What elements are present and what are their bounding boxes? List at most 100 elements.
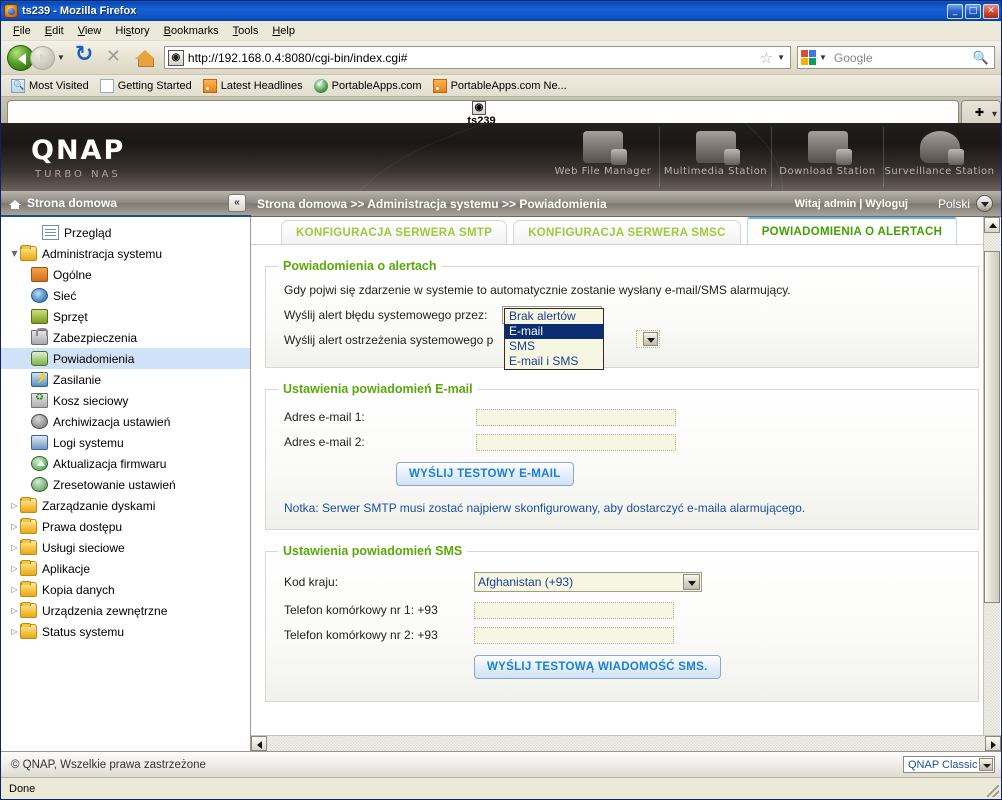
resize-grip-icon[interactable]: [987, 785, 999, 797]
maximize-button[interactable]: □: [965, 3, 981, 19]
menu-bookmarks[interactable]: Bookmarks: [157, 23, 226, 39]
send-test-sms-button[interactable]: WYŚLIJ TESTOWĄ WIADOMOŚĆ SMS.: [474, 655, 721, 679]
chevron-down-icon[interactable]: [979, 758, 993, 771]
dropdown-option-brak-alertow[interactable]: Brak alertów: [505, 309, 603, 324]
email1-input[interactable]: [476, 408, 676, 426]
history-dropdown-icon[interactable]: ▼: [57, 53, 65, 62]
sidebar-item-uslugi-sieciowe[interactable]: ▷ Usługi sieciowe: [1, 537, 250, 558]
search-icon[interactable]: 🔍: [973, 50, 989, 66]
station-multimedia-station[interactable]: Multimedia Station: [659, 127, 771, 187]
sidebar-item-powiadomienia[interactable]: Powiadomienia: [1, 348, 250, 369]
sidebar-item-status-systemu[interactable]: ▷ Status systemu: [1, 621, 250, 642]
search-engine-dropdown-icon[interactable]: ▼: [819, 53, 827, 62]
country-code-select[interactable]: Afghanistan (+93): [474, 572, 702, 592]
sidebar-item-zresetowanie-ustawien[interactable]: Zresetowanie ustawień: [1, 474, 250, 495]
reload-icon[interactable]: [72, 42, 98, 71]
phone2-input[interactable]: [474, 626, 674, 644]
bookmark-getting-started[interactable]: Getting Started: [96, 78, 196, 94]
warning-alert-select[interactable]: [636, 330, 660, 348]
search-input[interactable]: Google: [829, 51, 973, 65]
bookmark-star-icon[interactable]: ☆: [760, 49, 773, 67]
url-input[interactable]: http://192.168.0.4:8080/cgi-bin/index.cg…: [188, 51, 756, 65]
google-icon[interactable]: [801, 49, 817, 66]
sidebar-item-prawa-dostepu[interactable]: ▷ Prawa dostępu: [1, 516, 250, 537]
main-vertical-scrollbar[interactable]: [983, 217, 1000, 751]
menu-history[interactable]: History: [108, 23, 156, 39]
scroll-up-button[interactable]: [984, 217, 1000, 233]
language-selector[interactable]: Polski: [938, 195, 993, 212]
sidebar-item-archiwizacja-ustawien[interactable]: Archiwizacja ustawień: [1, 411, 250, 432]
url-dropdown-icon[interactable]: ▼: [777, 53, 785, 62]
search-bar[interactable]: ▼ Google 🔍: [797, 46, 995, 69]
tab-konfiguracja-serwera-smtp[interactable]: KONFIGURACJA SERWERA SMTP: [281, 220, 508, 244]
twisty-collapsed-icon[interactable]: ▷: [9, 522, 20, 531]
menu-file[interactable]: File: [6, 23, 38, 39]
chevron-down-icon[interactable]: [976, 195, 993, 212]
email2-input[interactable]: [476, 433, 676, 451]
sidebar-item-zabezpieczenia[interactable]: Zabezpieczenia: [1, 327, 250, 348]
station-download-station[interactable]: Download Station: [771, 127, 883, 187]
sidebar-item-zasilanie[interactable]: Zasilanie: [1, 369, 250, 390]
station-web-file-manager[interactable]: Web File Manager: [547, 127, 659, 187]
station-surveillance-station[interactable]: Surveillance Station: [883, 127, 995, 187]
browser-tab-ts239[interactable]: ◉ ts239: [7, 100, 959, 123]
sidebar-item-label: Zresetowanie ustawień: [53, 477, 176, 492]
sidebar-item-siec[interactable]: Sieć: [1, 285, 250, 306]
sidebar-item-administracja-systemu[interactable]: ▼ Administracja systemu: [1, 243, 250, 264]
sidebar-item-logi-systemu[interactable]: Logi systemu: [1, 432, 250, 453]
twisty-collapsed-icon[interactable]: ▷: [9, 543, 20, 552]
tab-powiadomienia-o-alertach[interactable]: POWIADOMIENIA O ALERTACH: [746, 217, 958, 244]
sidebar-item-kosz-sieciowy[interactable]: Kosz sieciowy: [1, 390, 250, 411]
sidebar-item-przeglad[interactable]: Przegląd: [1, 222, 250, 243]
sidebar-item-aplikacje[interactable]: ▷ Aplikacje: [1, 558, 250, 579]
theme-select[interactable]: QNAP Classic: [903, 756, 995, 773]
chevron-down-icon[interactable]: [643, 332, 658, 346]
menu-tools[interactable]: Tools: [226, 23, 266, 39]
sidebar-item-aktualizacja-firmwaru[interactable]: Aktualizacja firmwaru: [1, 453, 250, 474]
vertical-scroll-thumb[interactable]: [984, 251, 1000, 603]
send-test-email-button[interactable]: WYŚLIJ TESTOWY E-MAIL: [396, 462, 574, 486]
sidebar-item-urzadzenia-zewnetrzne[interactable]: ▷ Urządzenia zewnętrzne: [1, 600, 250, 621]
bookmark-portableapps-news[interactable]: PortableApps.com Ne...: [429, 78, 571, 94]
home-icon[interactable]: [132, 45, 158, 71]
bookmark-most-visited[interactable]: Most Visited: [7, 78, 93, 94]
url-bar[interactable]: ◉ http://192.168.0.4:8080/cgi-bin/index.…: [163, 46, 791, 69]
twisty-collapsed-icon[interactable]: ▷: [9, 564, 20, 573]
sidebar-item-kopia-danych[interactable]: ▷ Kopia danych: [1, 579, 250, 600]
sidebar-item-label: Aktualizacja firmwaru: [53, 456, 167, 471]
menu-view[interactable]: View: [71, 23, 109, 39]
chevron-down-icon[interactable]: [683, 574, 700, 590]
sidebar-item-zarzadzanie-dyskami[interactable]: ▷ Zarządzanie dyskami: [1, 495, 250, 516]
twisty-collapsed-icon[interactable]: ▷: [9, 606, 20, 615]
sms-settings-panel: Ustawienia powiadomień SMS Kod kraju: Af…: [265, 544, 979, 702]
sidebar-item-ogolne[interactable]: Ogólne: [1, 264, 250, 285]
bookmark-latest-headlines[interactable]: Latest Headlines: [199, 78, 307, 94]
dropdown-option-email-i-sms[interactable]: E-mail i SMS: [505, 354, 603, 369]
minimize-button[interactable]: _: [947, 3, 963, 19]
twisty-collapsed-icon[interactable]: ▷: [9, 501, 20, 510]
error-alert-dropdown-list[interactable]: Brak alertów E-mail SMS E-mail i SMS: [504, 308, 604, 370]
bookmark-portableapps[interactable]: PortableApps.com: [310, 78, 426, 94]
sidebar-collapse-button[interactable]: «: [228, 194, 246, 212]
twisty-collapsed-icon[interactable]: ▷: [9, 627, 20, 636]
forward-button[interactable]: [30, 45, 55, 70]
scroll-right-button[interactable]: [985, 736, 1001, 751]
stop-icon[interactable]: [102, 45, 128, 71]
twisty-expanded-icon[interactable]: ▼: [9, 249, 20, 258]
page-horizontal-scrollbar[interactable]: [251, 735, 1001, 751]
user-greeting[interactable]: Witaj admin | Wyloguj: [795, 198, 908, 210]
sidebar-item-sprzet[interactable]: Sprzęt: [1, 306, 250, 327]
email2-label: Adres e-mail 2:: [284, 435, 365, 449]
hardware-icon: [31, 309, 48, 324]
tab-konfiguracja-serwera-smsc[interactable]: KONFIGURACJA SERWERA SMSC: [513, 220, 741, 244]
close-button[interactable]: ✕: [983, 3, 999, 19]
scroll-left-button[interactable]: [251, 736, 267, 751]
phone1-input[interactable]: [474, 601, 674, 619]
twisty-collapsed-icon[interactable]: ▷: [9, 585, 20, 594]
list-all-tabs-icon[interactable]: ▾: [992, 109, 997, 120]
menu-help[interactable]: Help: [265, 23, 302, 39]
folder-icon: [20, 602, 37, 618]
dropdown-option-email[interactable]: E-mail: [505, 324, 603, 339]
dropdown-option-sms[interactable]: SMS: [505, 339, 603, 354]
menu-edit[interactable]: Edit: [38, 23, 71, 39]
